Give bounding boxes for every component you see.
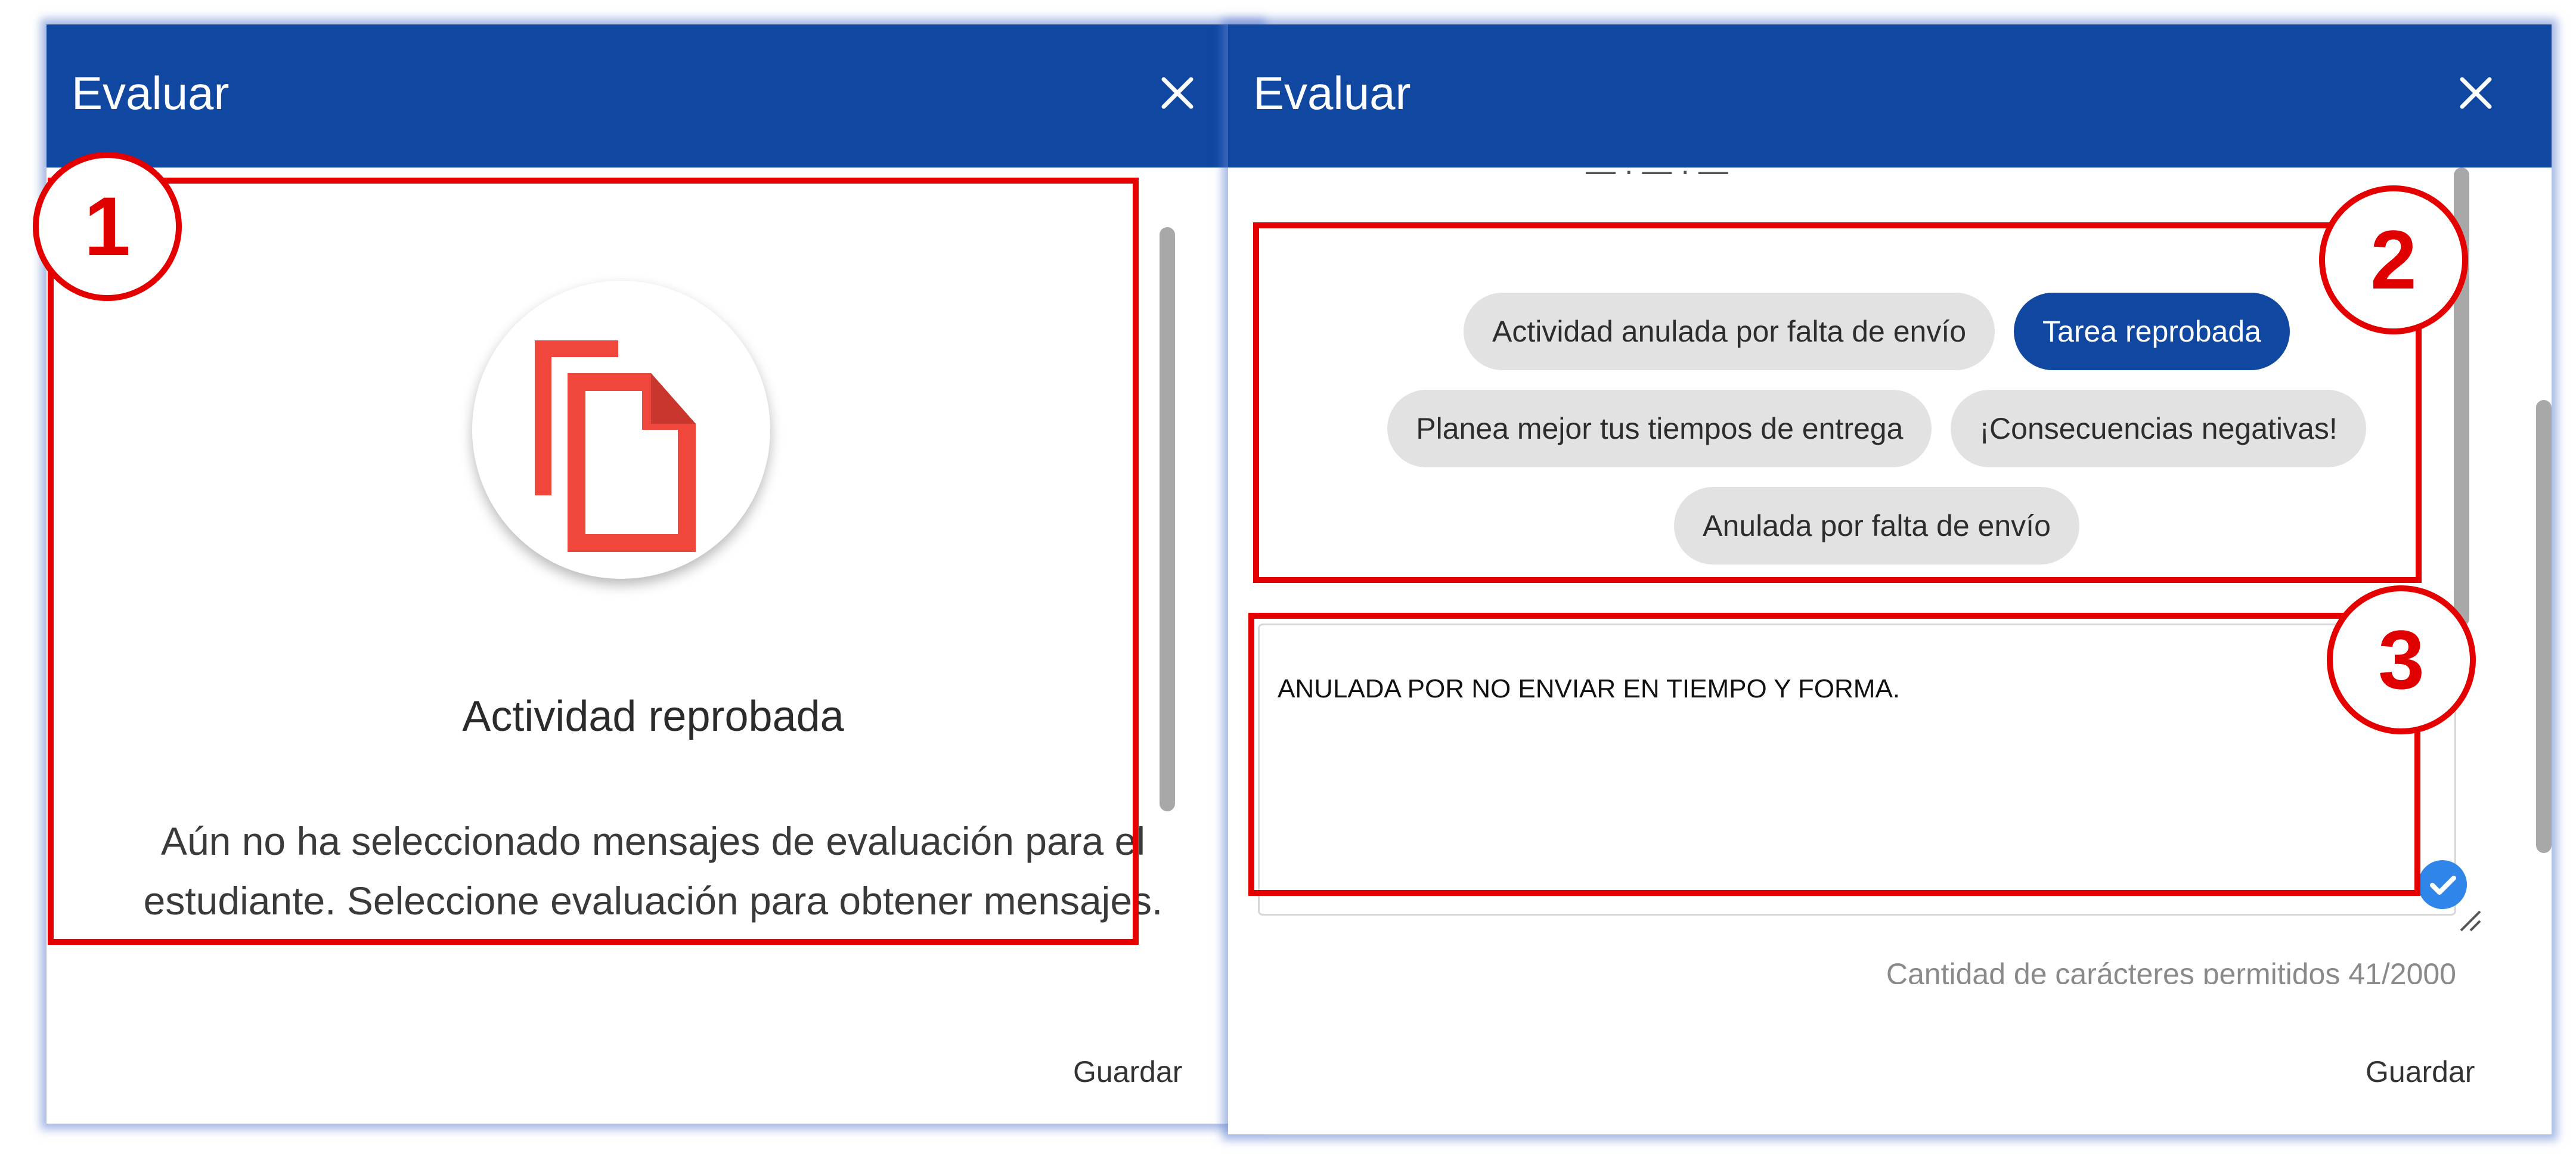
resize-handle-icon[interactable] — [2456, 907, 2482, 933]
annotation-box-1 — [48, 178, 1139, 945]
check-icon — [2418, 860, 2467, 909]
annotation-number-2: 2 — [2319, 185, 2468, 334]
dialog-title: Evaluar — [1253, 67, 1411, 119]
dialog-title: Evaluar — [72, 67, 230, 119]
close-icon[interactable] — [2455, 72, 2497, 114]
save-button[interactable]: Guardar — [1073, 1054, 1182, 1089]
annotation-number-3: 3 — [2327, 585, 2476, 734]
outer-scrollbar[interactable] — [2536, 400, 2552, 853]
save-button[interactable]: Guardar — [2366, 1054, 2475, 1089]
annotation-box-2 — [1253, 222, 2422, 583]
dialog-header: Evaluar — [1228, 24, 2552, 168]
character-counter: Cantidad de carácteres permitidos 41/200… — [1228, 956, 2456, 984]
annotation-number-1: 1 — [33, 152, 182, 301]
cut-off-text: — · — · — — [1586, 168, 2361, 181]
close-icon[interactable] — [1157, 72, 1198, 114]
dialog-header: Evaluar — [47, 24, 1260, 168]
annotation-box-3 — [1248, 613, 2420, 896]
character-counter-text: Cantidad de carácteres permitidos 41/200… — [1886, 957, 2456, 984]
